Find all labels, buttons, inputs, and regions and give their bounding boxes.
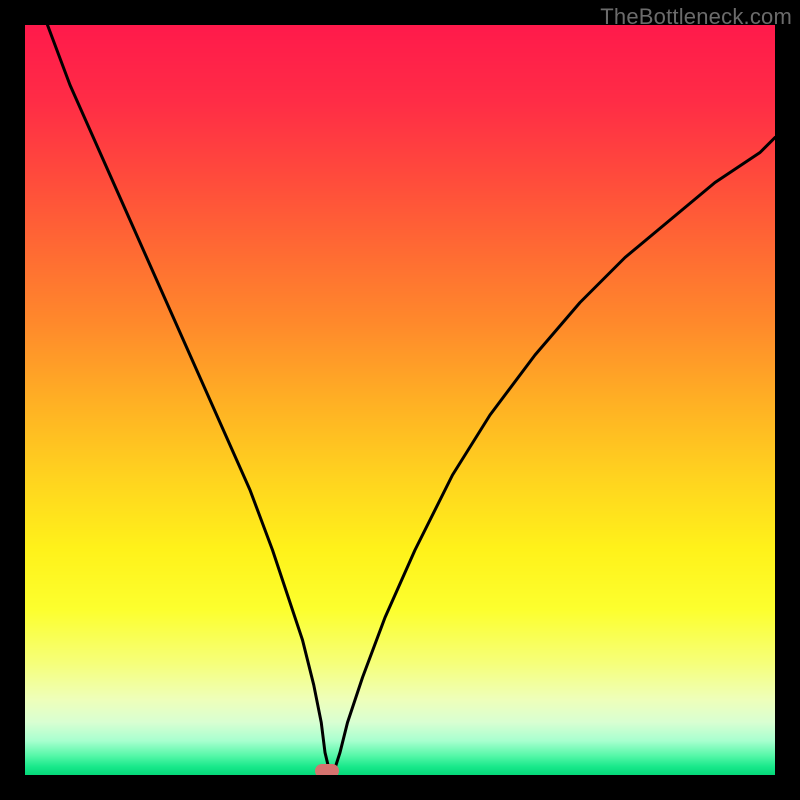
plot-area: [25, 25, 775, 775]
optimal-point-marker: [315, 764, 339, 776]
chart-frame: TheBottleneck.com: [0, 0, 800, 800]
bottleneck-curve: [25, 25, 775, 775]
